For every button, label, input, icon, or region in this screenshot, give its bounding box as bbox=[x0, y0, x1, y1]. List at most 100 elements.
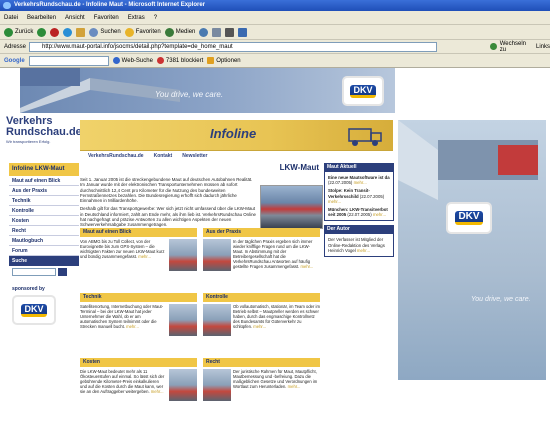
refresh-icon[interactable] bbox=[63, 27, 73, 37]
news-more-link[interactable]: mehr... bbox=[354, 180, 367, 185]
google-search-input[interactable] bbox=[28, 55, 109, 66]
search-heading: Suche bbox=[9, 256, 79, 266]
media-button[interactable]: Medien bbox=[164, 27, 195, 37]
box-more-link[interactable]: mehr... bbox=[138, 254, 151, 259]
author-more-link[interactable]: mehr... bbox=[357, 248, 370, 253]
truck-graphic-right bbox=[398, 120, 538, 200]
google-search-icon bbox=[112, 57, 120, 64]
edit-icon[interactable] bbox=[238, 27, 248, 37]
mail-icon[interactable] bbox=[212, 27, 222, 37]
nav-item-maut-auf-einen-blick[interactable]: Maut auf einen Blick bbox=[9, 176, 79, 186]
box-technik: Technik Satellitenortung, Internetbuchun… bbox=[80, 293, 197, 347]
top-ad-banner[interactable]: You drive, we care. DKV bbox=[20, 68, 395, 113]
history-icon[interactable] bbox=[199, 27, 209, 37]
nav-item-technik[interactable]: Technik bbox=[9, 196, 79, 206]
go-button[interactable]: Wechseln zu bbox=[500, 41, 533, 53]
news-item[interactable]: München: LKW-Transitverbot seit 2005 (22… bbox=[328, 207, 390, 217]
page-heading-row: LKW-Maut bbox=[80, 163, 323, 175]
box-more-link[interactable]: mehr... bbox=[288, 384, 301, 389]
intro-paragraph-1: Seit 1. Januar 2005 ist die streckengebu… bbox=[80, 177, 253, 204]
box-more-link[interactable]: mehr... bbox=[253, 324, 266, 329]
menu-favoriten[interactable]: Favoriten bbox=[94, 15, 119, 21]
left-navigation: Infoline LKW-Maut Maut auf einen Blick A… bbox=[9, 163, 79, 421]
menu-extras[interactable]: Extras bbox=[128, 15, 145, 21]
box-thumbnail bbox=[203, 369, 231, 401]
news-item[interactable]: Eine neue Mautsoftware ist da (22.07.200… bbox=[328, 175, 390, 185]
news-more-link[interactable]: mehr... bbox=[328, 199, 341, 204]
home-icon[interactable] bbox=[76, 27, 86, 37]
subnav-verkehrsrundschau[interactable]: VerkehrsRundschau.de bbox=[88, 153, 144, 159]
back-arrow-icon bbox=[4, 27, 13, 37]
box-more-link[interactable]: mehr... bbox=[126, 324, 139, 329]
google-logo: Google bbox=[4, 57, 25, 64]
box-title[interactable]: Recht bbox=[203, 358, 320, 367]
box-kontrolle: Kontrolle Ob vollautomatisch, stationär,… bbox=[203, 293, 320, 347]
star-icon bbox=[124, 27, 134, 37]
box-aus-der-praxis: Aus der Praxis In der täglichen Praxis e… bbox=[203, 228, 320, 282]
page-title: LKW-Maut bbox=[279, 163, 319, 172]
search-row bbox=[9, 266, 79, 278]
intro-paragraph-2: Deshalb gilt für das Transportgewerbe: W… bbox=[80, 206, 256, 228]
nav-item-recht[interactable]: Recht bbox=[9, 226, 79, 236]
menu-bar: Datei Bearbeiten Ansicht Favoriten Extra… bbox=[0, 11, 550, 25]
news-item[interactable]: Stolpe: Kein Transit-Verkehrsschild (22.… bbox=[328, 188, 390, 204]
search-button[interactable]: Suchen bbox=[89, 27, 121, 37]
site-search-input[interactable] bbox=[12, 268, 56, 276]
options-label: Optionen bbox=[216, 57, 241, 64]
news-date: (22.07.2005) bbox=[347, 212, 372, 218]
forward-arrow-icon[interactable] bbox=[37, 27, 47, 37]
box-more-link[interactable]: mehr... bbox=[151, 389, 164, 394]
site-search-button[interactable] bbox=[58, 268, 67, 276]
window-title-bar: VerkehrsRundschau.de - Infoline Maut - M… bbox=[0, 0, 550, 11]
options-button[interactable]: Optionen bbox=[207, 57, 241, 64]
box-thumbnail bbox=[203, 304, 231, 336]
menu-bearbeiten[interactable]: Bearbeiten bbox=[27, 15, 56, 21]
box-thumbnail bbox=[169, 239, 197, 271]
box-more-link[interactable]: mehr... bbox=[301, 264, 314, 269]
menu-help[interactable]: ? bbox=[154, 15, 157, 21]
links-label[interactable]: Links bbox=[536, 44, 550, 50]
nav-item-kosten[interactable]: Kosten bbox=[9, 216, 79, 226]
box-text: Von ABMG bis zu Toll Collect, von der Eu… bbox=[80, 239, 165, 259]
back-button[interactable]: Zurück bbox=[4, 27, 34, 37]
intro-text: Seit 1. Januar 2005 ist die streckengebu… bbox=[80, 177, 258, 231]
box-title[interactable]: Maut auf einen Blick bbox=[80, 228, 197, 237]
box-kosten: Kosten Die LKW-Maut bedeutet mehr als 11… bbox=[80, 358, 197, 412]
web-search-label: Web-Suche bbox=[121, 57, 153, 64]
nav-item-forum[interactable]: Forum bbox=[9, 246, 79, 256]
nav-item-kontrolle[interactable]: Kontrolle bbox=[9, 206, 79, 216]
nav-item-mautlogbuch[interactable]: Mautlogbuch bbox=[9, 236, 79, 246]
dkv-logo-sponsor[interactable]: DKV bbox=[12, 295, 56, 325]
subnav-kontakt[interactable]: Kontakt bbox=[154, 153, 173, 159]
window-title: VerkehrsRundschau.de - Infoline Maut - M… bbox=[14, 2, 206, 8]
stop-icon[interactable] bbox=[50, 27, 60, 37]
logo-tagline: Wir transportieren Erfolg. bbox=[6, 139, 51, 144]
box-title[interactable]: Technik bbox=[80, 293, 197, 302]
favorites-button[interactable]: Favoriten bbox=[124, 27, 161, 37]
box-title[interactable]: Kontrolle bbox=[203, 293, 320, 302]
box-title[interactable]: Kosten bbox=[80, 358, 197, 367]
dkv-logo-text: DKV bbox=[350, 84, 376, 98]
go-arrow-icon[interactable] bbox=[489, 43, 497, 50]
box-thumbnail bbox=[169, 369, 197, 401]
popup-blocked-label: 7381 blockiert bbox=[165, 57, 204, 64]
box-thumbnail bbox=[203, 239, 231, 271]
nav-item-aus-der-praxis[interactable]: Aus der Praxis bbox=[9, 186, 79, 196]
right-ad-skyscraper[interactable]: DKV You drive, we care. bbox=[398, 120, 546, 380]
address-bar: Adresse http://www.maut-portal.info/jsoc… bbox=[0, 40, 550, 54]
subnav-newsletter[interactable]: Newsletter bbox=[182, 153, 207, 159]
back-label: Zurück bbox=[15, 29, 34, 35]
print-icon[interactable] bbox=[225, 27, 235, 37]
address-input[interactable]: http://www.maut-portal.info/jsocms/detai… bbox=[29, 41, 437, 52]
search-icon bbox=[89, 27, 99, 37]
site-logo[interactable]: Verkehrs Rundschau.de Wir transportieren… bbox=[6, 116, 82, 156]
menu-ansicht[interactable]: Ansicht bbox=[65, 15, 85, 21]
popup-blocked-button[interactable]: 7381 blockiert bbox=[156, 57, 204, 64]
news-heading: Maut Aktuell bbox=[324, 163, 394, 171]
web-search-button[interactable]: Web-Suche bbox=[112, 57, 153, 64]
popup-blocker-icon bbox=[156, 57, 164, 64]
news-more-link[interactable]: mehr... bbox=[373, 212, 386, 217]
box-title[interactable]: Aus der Praxis bbox=[203, 228, 320, 237]
author-box: Der Verfasser ist Mitglied der Online-Re… bbox=[324, 233, 394, 258]
menu-datei[interactable]: Datei bbox=[4, 15, 18, 21]
